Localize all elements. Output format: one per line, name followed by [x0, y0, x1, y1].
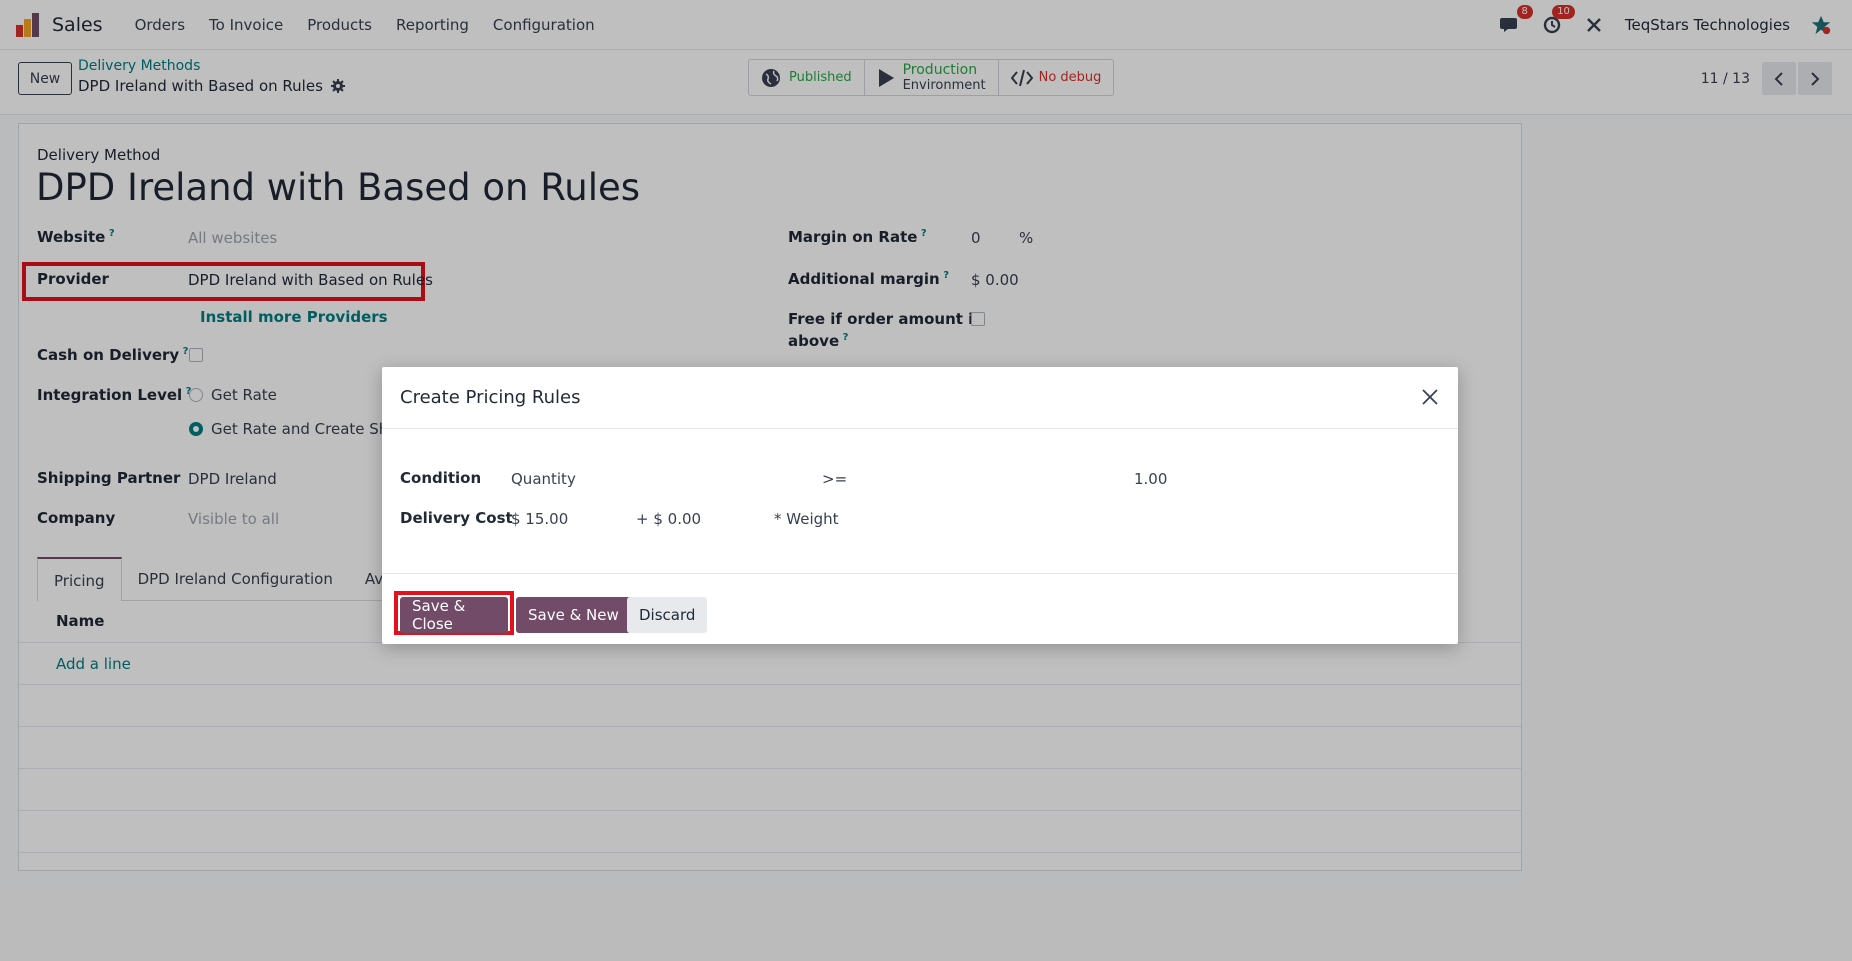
modal-title: Create Pricing Rules — [400, 387, 581, 408]
save-close-button[interactable]: Save & Close — [400, 597, 508, 633]
delivery-cost-label: Delivery Cost — [400, 509, 513, 527]
create-pricing-rules-dialog: Create Pricing Rules Condition Quantity … — [382, 367, 1458, 644]
discard-button[interactable]: Discard — [627, 597, 708, 633]
condition-label: Condition — [400, 469, 482, 487]
cost-factor-field[interactable]: * Weight — [774, 510, 839, 528]
condition-operator-field[interactable]: >= — [822, 470, 847, 488]
cost-base-field[interactable]: $ 15.00 — [511, 510, 568, 528]
cost-extra-field[interactable]: + $ 0.00 — [636, 510, 701, 528]
condition-value-field[interactable]: 1.00 — [1134, 470, 1167, 488]
condition-variable-field[interactable]: Quantity — [511, 470, 576, 488]
modal-footer: Save & Close Save & New Discard — [382, 573, 1458, 644]
close-icon[interactable] — [1420, 387, 1440, 407]
save-new-button[interactable]: Save & New — [516, 597, 631, 633]
modal-header: Create Pricing Rules — [382, 367, 1458, 429]
